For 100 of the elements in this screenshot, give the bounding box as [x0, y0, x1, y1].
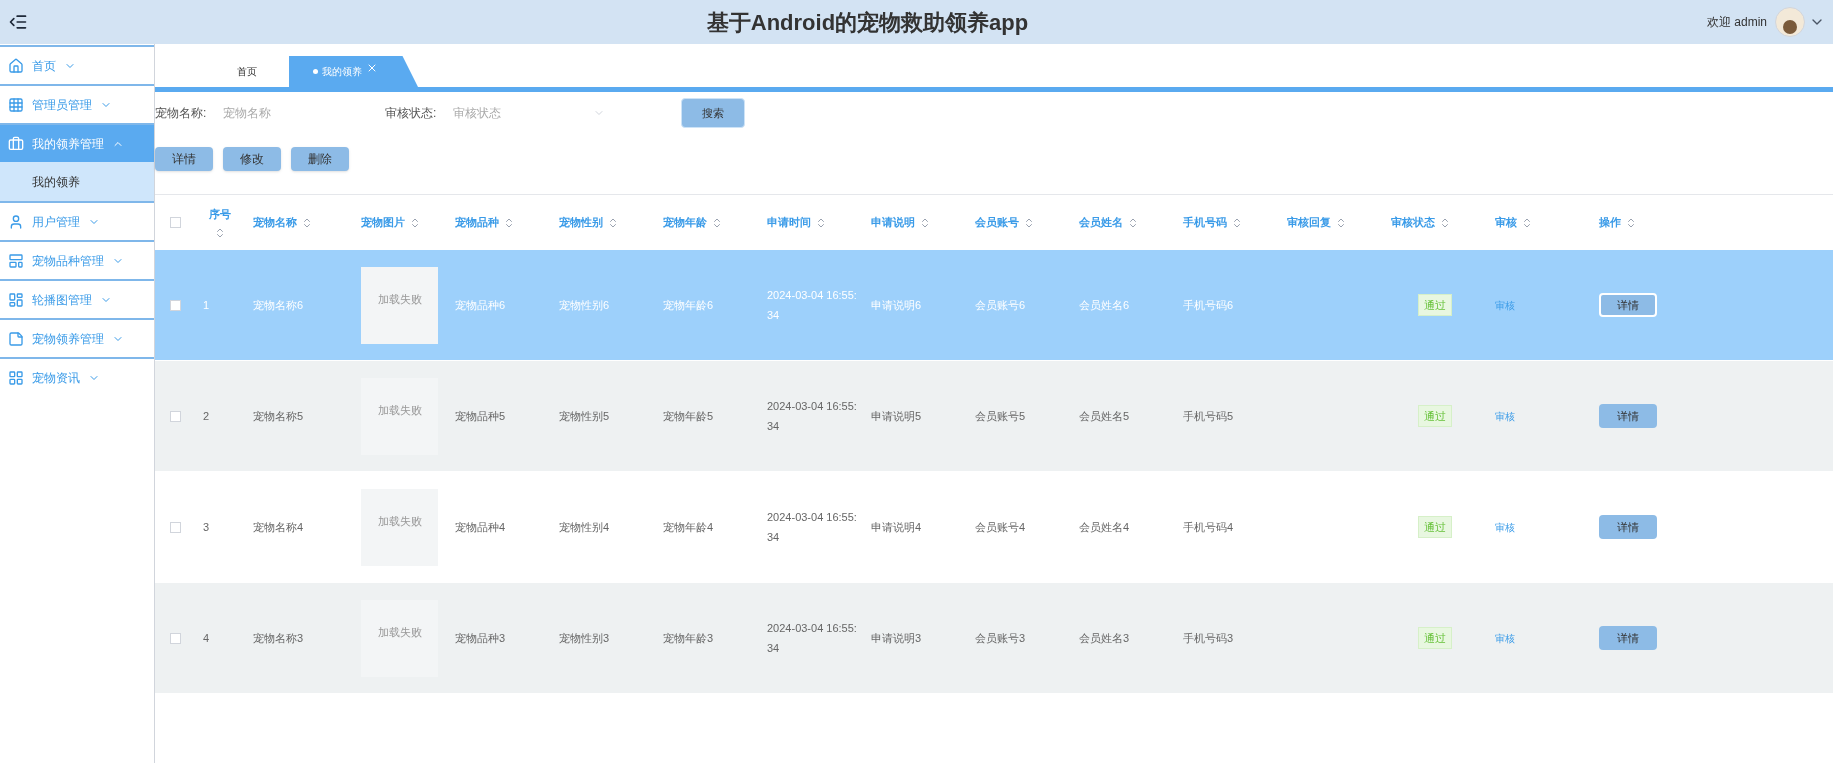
field-label: 审核状态: [385, 105, 438, 122]
row-checkbox[interactable] [169, 632, 181, 644]
menu-icon[interactable] [8, 12, 28, 32]
table-cell: 会员账号3 [975, 632, 1026, 644]
column-header: 宠物年龄 [663, 215, 707, 231]
layout-icon [8, 252, 24, 269]
table-cell: 宠物名称4 [253, 521, 304, 533]
table-cell: 1 [203, 299, 210, 311]
app-title: 基于Android的宠物救助领养app [706, 8, 1029, 37]
table-cell: 3 [203, 521, 210, 533]
action-button[interactable]: 删除 [291, 147, 349, 171]
table-cell: 申请说明6 [871, 299, 922, 311]
table-cell: 宠物品种6 [455, 299, 506, 311]
table-cell: 宠物名称3 [253, 632, 304, 644]
column-header: 操作 [1599, 215, 1621, 231]
sort-icon[interactable] [919, 216, 931, 229]
detail-button[interactable]: 详情 [1599, 626, 1657, 650]
column-header: 宠物图片 [361, 215, 405, 231]
sort-icon[interactable] [214, 226, 226, 239]
image-placeholder: 加载失败 [361, 488, 438, 566]
action-button[interactable]: 修改 [223, 147, 281, 171]
row-checkbox[interactable] [169, 299, 181, 311]
table-cell: 会员姓名5 [1079, 410, 1130, 422]
table-cell: 宠物性别6 [559, 299, 610, 311]
sort-icon[interactable] [503, 216, 515, 229]
status-badge: 通过 [1418, 293, 1452, 317]
image-placeholder: 加载失败 [361, 266, 438, 344]
search-button[interactable]: 搜索 [681, 98, 745, 128]
column-header: 会员姓名 [1079, 215, 1123, 231]
detail-button[interactable]: 详情 [1599, 293, 1657, 317]
sort-icon[interactable] [1625, 216, 1637, 229]
table-cell: 4 [203, 632, 210, 644]
sort-icon[interactable] [1231, 216, 1243, 229]
table-cell: 宠物性别4 [559, 521, 610, 533]
home-icon [8, 57, 24, 74]
table-row[interactable]: 4 宠物名称3 加载失败 宠物品种3 宠物性别3 宠物年龄3 2024-03-04 16:55: 34 申请说明3 会员账号3 会员姓名3 手机号码3 通过 审核 详情 [155, 583, 1833, 694]
detail-button[interactable]: 详情 [1599, 515, 1657, 539]
table-cell: 手机号码6 [1183, 299, 1234, 311]
table-cell: 2024-03-04 16:55: 34 [767, 511, 857, 543]
table-cell: 2024-03-04 16:55: 34 [767, 622, 857, 654]
status-badge: 通过 [1418, 404, 1452, 428]
tab[interactable]: 首页 [205, 56, 289, 87]
action-button[interactable]: 详情 [155, 147, 213, 171]
column-header: 审核状态 [1391, 215, 1435, 231]
table-cell: 宠物性别3 [559, 632, 610, 644]
table-cell: 会员账号6 [975, 299, 1026, 311]
table-cell: 2024-03-04 16:55: 34 [767, 400, 857, 432]
submenu-item[interactable]: 我的领养 [0, 162, 154, 201]
column-header: 申请说明 [871, 215, 915, 231]
briefcase-icon [8, 135, 24, 152]
sort-icon[interactable] [1023, 216, 1035, 229]
table-cell: 宠物品种5 [455, 410, 506, 422]
table-cell: 手机号码3 [1183, 632, 1234, 644]
table-cell: 会员账号5 [975, 410, 1026, 422]
image-placeholder: 加载失败 [361, 599, 438, 677]
image-placeholder: 加载失败 [361, 377, 438, 455]
column-header: 审核回复 [1287, 215, 1331, 231]
column-header: 宠物名称 [253, 215, 297, 231]
table-cell: 宠物品种4 [455, 521, 506, 533]
table-cell: 申请说明4 [871, 521, 922, 533]
status-badge: 通过 [1418, 515, 1452, 539]
column-header: 宠物品种 [455, 215, 499, 231]
column-header: 宠物性别 [559, 215, 603, 231]
column-header: 审核 [1495, 215, 1517, 231]
table-cell: 会员姓名6 [1079, 299, 1130, 311]
table-cell: 宠物年龄3 [663, 632, 714, 644]
note-icon [8, 330, 24, 347]
avatar-icon[interactable] [1775, 7, 1805, 37]
column-header: 手机号码 [1183, 215, 1227, 231]
table-cell: 申请说明5 [871, 410, 922, 422]
sort-icon[interactable] [409, 216, 421, 229]
column-header: 申请时间 [767, 215, 811, 231]
table-cell: 宠物年龄4 [663, 521, 714, 533]
sort-icon[interactable] [1335, 216, 1347, 229]
column-header: 会员账号 [975, 215, 1019, 231]
sort-icon[interactable] [815, 216, 827, 229]
table-cell: 宠物年龄6 [663, 299, 714, 311]
status-badge: 通过 [1418, 626, 1452, 650]
sort-icon[interactable] [301, 216, 313, 229]
table-cell: 宠物年龄5 [663, 410, 714, 422]
user-icon [8, 213, 24, 230]
detail-button[interactable]: 详情 [1599, 404, 1657, 428]
table-cell: 手机号码5 [1183, 410, 1234, 422]
table-cell: 会员姓名3 [1079, 632, 1130, 644]
header-checkbox[interactable] [169, 217, 181, 228]
row-checkbox[interactable] [169, 410, 181, 422]
sort-icon[interactable] [1521, 216, 1533, 229]
table-cell: 手机号码4 [1183, 521, 1234, 533]
panels-icon [8, 291, 24, 308]
name-field[interactable]: 宠物名称 [223, 104, 383, 122]
row-checkbox[interactable] [169, 521, 181, 533]
table-row[interactable]: 2 宠物名称5 加载失败 宠物品种5 宠物性别5 宠物年龄5 2024-03-04 16:55: 34 申请说明5 会员账号5 会员姓名5 手机号码5 通过 审核 详情 [155, 361, 1833, 472]
table-row[interactable]: 1 宠物名称6 加载失败 宠物品种6 宠物性别6 宠物年龄6 2024-03-04 16:55: 34 申请说明6 会员账号6 会员姓名6 手机号码6 通过 审核 详情 [155, 250, 1833, 361]
sort-icon[interactable] [1127, 216, 1139, 229]
sort-icon[interactable] [607, 216, 619, 229]
table-cell: 宠物名称5 [253, 410, 304, 422]
sort-icon[interactable] [711, 216, 723, 229]
table-cell: 2 [203, 410, 210, 422]
sort-icon[interactable] [1439, 216, 1451, 229]
table-cell: 宠物名称6 [253, 299, 304, 311]
